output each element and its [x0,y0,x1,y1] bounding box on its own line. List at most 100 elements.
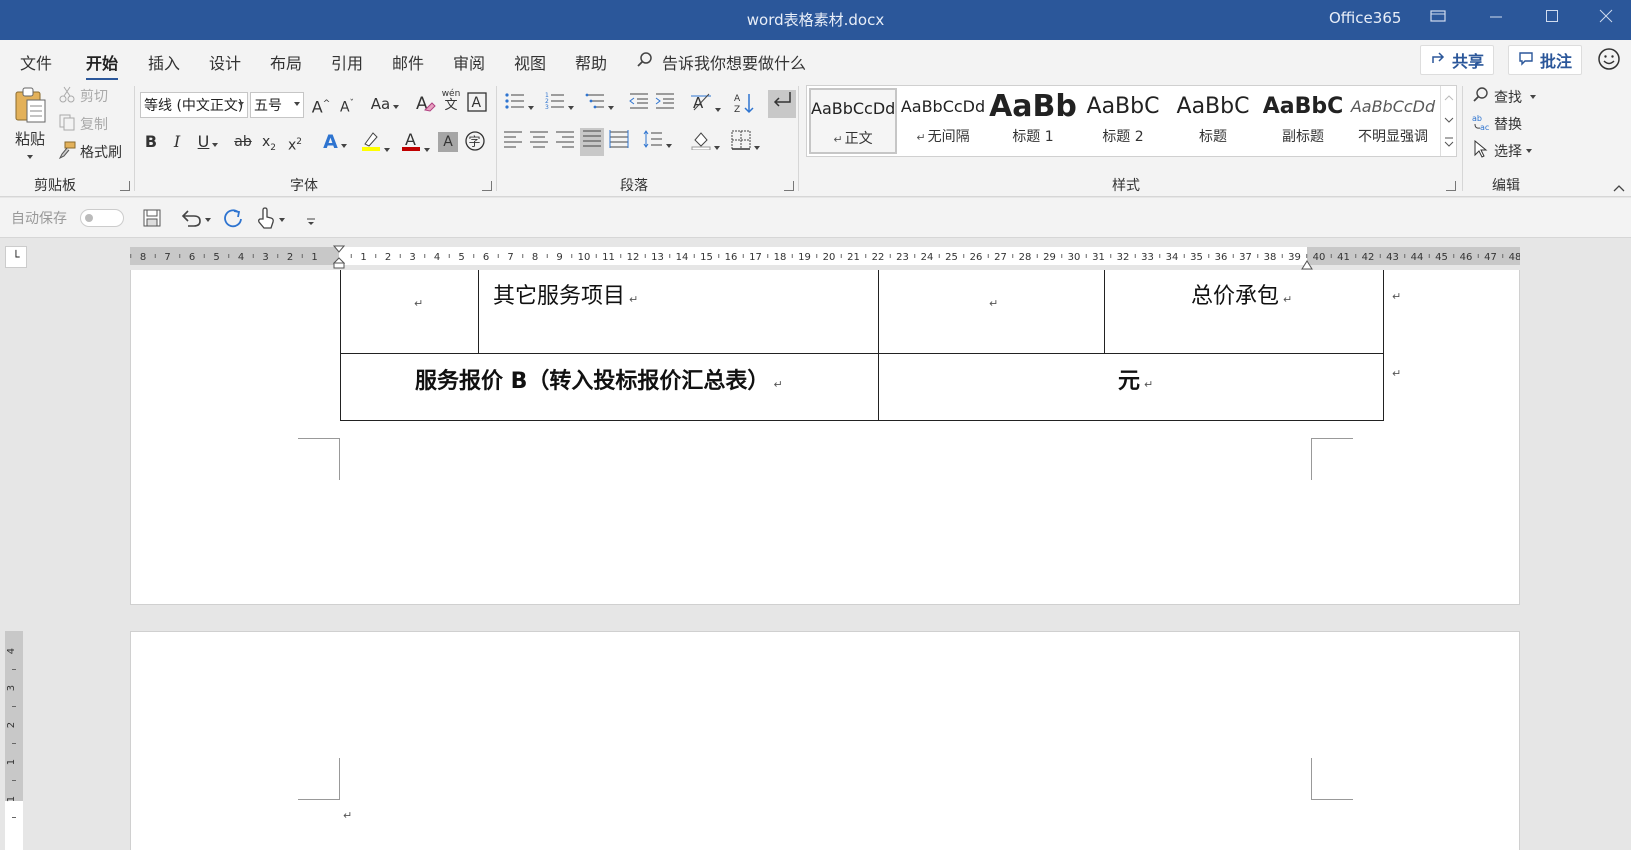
shrink-font-icon[interactable]: Aˇ [336,92,358,116]
ruler-number: 6 [189,252,195,263]
font-color-icon[interactable]: A [398,130,432,154]
change-case-icon[interactable]: Aa [368,92,402,116]
select-button[interactable]: 选择 [1472,139,1532,162]
document-page[interactable]: ↵ 其它服务项目 ↵ ↵ 总价承包 ↵ ↵ 服务报价 B（转入投标报价汇总表） ↵ 元… [130,270,1520,605]
highlight-color-icon[interactable] [358,130,392,154]
tab-view[interactable]: 视图 [514,50,546,74]
character-border-icon[interactable]: A [466,92,488,116]
style-title[interactable]: AaBbC 标题 [1169,88,1257,154]
enclose-characters-icon[interactable]: 字 [464,130,486,154]
table-cell[interactable]: 其它服务项目 ↵ [493,278,638,310]
ribbon-display-icon[interactable] [1428,8,1448,28]
styles-scrollbar[interactable] [1440,86,1456,156]
share-button[interactable]: 共享 [1420,45,1494,75]
style-subtitle[interactable]: AaBbC 副标题 [1259,88,1347,154]
tab-references[interactable]: 引用 [331,50,363,74]
align-right-icon[interactable] [554,130,576,154]
show-formatting-marks-icon[interactable] [768,90,796,118]
sort-icon[interactable]: AZ [734,92,756,116]
tab-design[interactable]: 设计 [209,50,241,74]
underline-icon[interactable]: U [192,130,224,154]
cut-button[interactable]: 剪切 [58,85,108,107]
comments-button[interactable]: 批注 [1508,45,1582,75]
justify-icon[interactable] [580,128,604,156]
numbering-icon[interactable]: 123 [542,92,576,116]
font-launcher-icon[interactable] [482,181,492,191]
clipboard-launcher-icon[interactable] [120,181,130,191]
bullets-icon[interactable] [502,92,536,116]
collapse-ribbon-icon[interactable] [1612,178,1626,192]
grow-font-icon[interactable]: A^ [310,92,332,116]
bold-icon[interactable]: B [140,130,162,154]
tab-file[interactable]: 文件 [20,50,52,74]
subscript-icon[interactable]: x2 [258,130,280,154]
font-size-combo[interactable]: 五号 [250,92,304,118]
tab-home[interactable]: 开始 [86,50,119,81]
find-button[interactable]: 查找 [1472,86,1536,108]
strikethrough-icon[interactable]: ab [232,130,254,154]
character-shading-icon[interactable]: A [438,132,458,152]
document-table[interactable]: ↵ 其它服务项目 ↵ ↵ 总价承包 ↵ ↵ 服务报价 B（转入投标报价汇总表） ↵ 元… [340,270,1401,421]
clear-formatting-icon[interactable]: A [414,92,436,116]
tab-help[interactable]: 帮助 [575,50,607,74]
style-no-spacing[interactable]: AaBbCcDd ↵ 无间隔 [899,88,987,154]
line-spacing-icon[interactable] [640,130,674,154]
tab-insert[interactable]: 插入 [148,50,180,74]
chinese-layout-icon[interactable]: A [688,92,722,116]
increase-indent-icon[interactable] [654,92,676,116]
decrease-indent-icon[interactable] [628,92,650,116]
text-effects-icon[interactable]: A [318,130,352,154]
table-cell[interactable]: ↵ [410,288,423,313]
tab-review[interactable]: 审阅 [453,50,485,74]
shading-icon[interactable] [688,130,722,154]
font-name-value: 等线 (中文正文) [144,98,244,114]
style-heading-2[interactable]: AaBbC 标题 2 [1079,88,1167,154]
account-name[interactable]: Office365 [1329,9,1401,27]
ruler-number: 40 [1313,252,1326,263]
table-cell[interactable]: 服务报价 B（转入投标报价汇总表） ↵ [415,363,783,395]
tab-selector[interactable]: └ [5,246,27,268]
vertical-ruler[interactable]: 4 3 2 1 1 [5,631,23,850]
close-icon[interactable] [1596,8,1616,28]
paste-button[interactable]: 粘贴 [10,86,50,159]
paste-dropdown-icon[interactable] [27,155,33,159]
customize-toolbar-icon[interactable] [306,212,316,231]
table-cell[interactable]: 总价承包 ↵ [1191,278,1292,310]
format-painter-button[interactable]: 格式刷 [58,141,122,163]
superscript-icon[interactable]: x2 [284,130,306,154]
copy-button[interactable]: 复制 [58,113,108,135]
undo-button[interactable] [180,208,211,232]
tab-mailings[interactable]: 邮件 [392,50,424,74]
style-subtle-emphasis[interactable]: AaBbCcDd 不明显强调 [1349,88,1437,154]
style-heading-1[interactable]: AaBb 标题 1 [989,88,1077,154]
indent-marker-icon[interactable] [332,245,346,269]
maximize-icon[interactable] [1542,8,1562,28]
phonetic-guide-icon[interactable]: wén 文 [440,88,462,112]
table-cell[interactable]: ↵ [985,288,998,313]
redo-icon[interactable] [222,207,244,233]
styles-launcher-icon[interactable] [1446,181,1456,191]
style-normal[interactable]: AaBbCcDd ↵ 正文 [809,88,897,154]
tell-me-search[interactable]: 告诉我你想要做什么 [636,50,806,74]
document-page[interactable]: ↵ [130,631,1520,850]
tab-layout[interactable]: 布局 [270,50,302,74]
align-center-icon[interactable] [528,130,550,154]
font-name-combo[interactable]: 等线 (中文正文) [140,92,248,118]
horizontal-ruler[interactable]: 8 7 6 5 4 3 2 1 1 2 3 4 5 6 7 8 9 10 11 12 13 14 15 16 17 18 19 20 2… [130,245,1520,270]
replace-button[interactable]: ab ac 替换 [1472,113,1522,135]
minimize-icon[interactable] [1486,8,1506,28]
touch-mode-button[interactable] [256,207,285,233]
autosave-toggle[interactable] [80,209,124,227]
feedback-smiley-icon[interactable] [1597,47,1621,71]
distributed-icon[interactable] [608,130,630,154]
align-left-icon[interactable] [502,130,524,154]
borders-icon[interactable] [728,130,762,154]
italic-icon[interactable]: I [166,130,188,154]
right-indent-marker-icon[interactable] [1301,255,1313,270]
paragraph-group-label: 段落 [620,178,648,194]
paragraph-launcher-icon[interactable] [784,181,794,191]
table-cell[interactable]: 元 ↵ [1118,363,1153,395]
save-icon[interactable] [142,208,162,232]
multilevel-list-icon[interactable] [582,92,616,116]
ruler-number: 38 [1264,252,1277,263]
